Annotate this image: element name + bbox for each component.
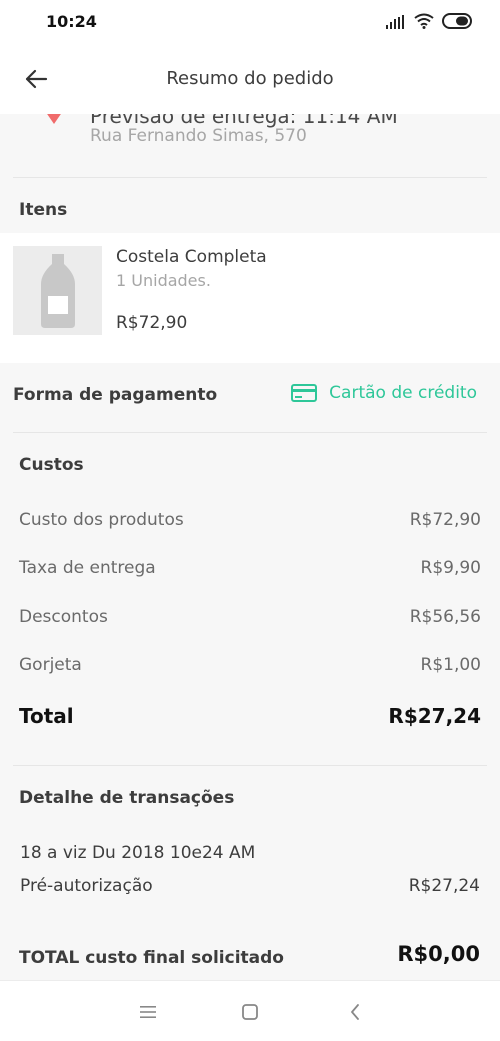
menu-button[interactable]: [136, 1001, 160, 1023]
product-thumbnail: [13, 246, 102, 335]
cost-value: R$9,90: [420, 558, 481, 578]
divider: [13, 765, 487, 766]
item-price: R$72,90: [116, 313, 188, 333]
total-row: Total R$27,24: [19, 704, 481, 728]
status-bar: 10:24: [0, 0, 500, 44]
cost-row: Taxa de entrega R$9,90: [19, 558, 481, 578]
payment-method-label: Cartão de crédito: [329, 383, 477, 403]
costs-section-title: Custos: [19, 455, 84, 475]
cost-value: R$56,56: [409, 607, 481, 627]
page-title: Resumo do pedido: [166, 68, 334, 89]
status-time: 10:24: [46, 12, 97, 31]
delivery-address: Rua Fernando Simas, 570: [90, 126, 307, 146]
system-back-button[interactable]: [343, 1001, 367, 1023]
home-button[interactable]: [238, 1001, 262, 1023]
app-header: Resumo do pedido: [0, 44, 500, 114]
total-value: R$27,24: [388, 704, 481, 728]
status-icons: [386, 13, 474, 33]
delivery-info: Previsão de entrega: 11:14 AM Rua Fernan…: [0, 114, 500, 178]
bottle-icon: [40, 253, 75, 328]
system-nav-bar: [0, 980, 500, 1041]
credit-card-icon: [291, 384, 318, 402]
item-name: Costela Completa: [116, 247, 267, 267]
cost-row: Descontos R$56,56: [19, 607, 481, 627]
transaction-date: 18 a viz Du 2018 10e24 AM: [20, 843, 256, 863]
order-item[interactable]: Costela Completa 1 Unidades. R$72,90: [0, 233, 500, 363]
cost-label: Custo dos produtos: [19, 510, 184, 530]
cost-label: Descontos: [19, 607, 108, 627]
transaction-value: R$27,24: [408, 876, 480, 896]
location-pin-icon: [43, 114, 65, 130]
battery-icon: [442, 13, 474, 33]
final-total-row: TOTAL custo final solicitado R$0,00: [0, 926, 500, 980]
divider: [13, 177, 487, 178]
cost-value: R$1,00: [420, 655, 481, 675]
cost-label: Taxa de entrega: [19, 558, 156, 578]
transactions-section-title: Detalhe de transações: [19, 788, 235, 808]
payment-row: Forma de pagamento Cartão de crédito: [0, 363, 500, 431]
signal-icon: [386, 14, 406, 33]
final-total-value: R$0,00: [397, 942, 480, 966]
total-label: Total: [19, 704, 74, 728]
back-chevron-icon: [351, 1004, 359, 1020]
cost-row: Gorjeta R$1,00: [19, 655, 481, 675]
cost-value: R$72,90: [409, 510, 481, 530]
final-total-label: TOTAL custo final solicitado: [19, 948, 284, 968]
menu-icon: [140, 1006, 156, 1018]
items-section-title: Itens: [19, 200, 68, 220]
payment-method-button[interactable]: Cartão de crédito: [291, 383, 477, 403]
payment-label: Forma de pagamento: [13, 385, 218, 405]
transaction-label: Pré-autorização: [20, 876, 153, 896]
cost-label: Gorjeta: [19, 655, 82, 675]
home-square-icon: [242, 1004, 258, 1020]
cost-row: Custo dos produtos R$72,90: [19, 510, 481, 530]
wifi-icon: [414, 13, 434, 33]
divider: [13, 432, 487, 433]
transaction-row: Pré-autorização R$27,24: [20, 876, 480, 896]
item-quantity: 1 Unidades.: [116, 271, 211, 290]
